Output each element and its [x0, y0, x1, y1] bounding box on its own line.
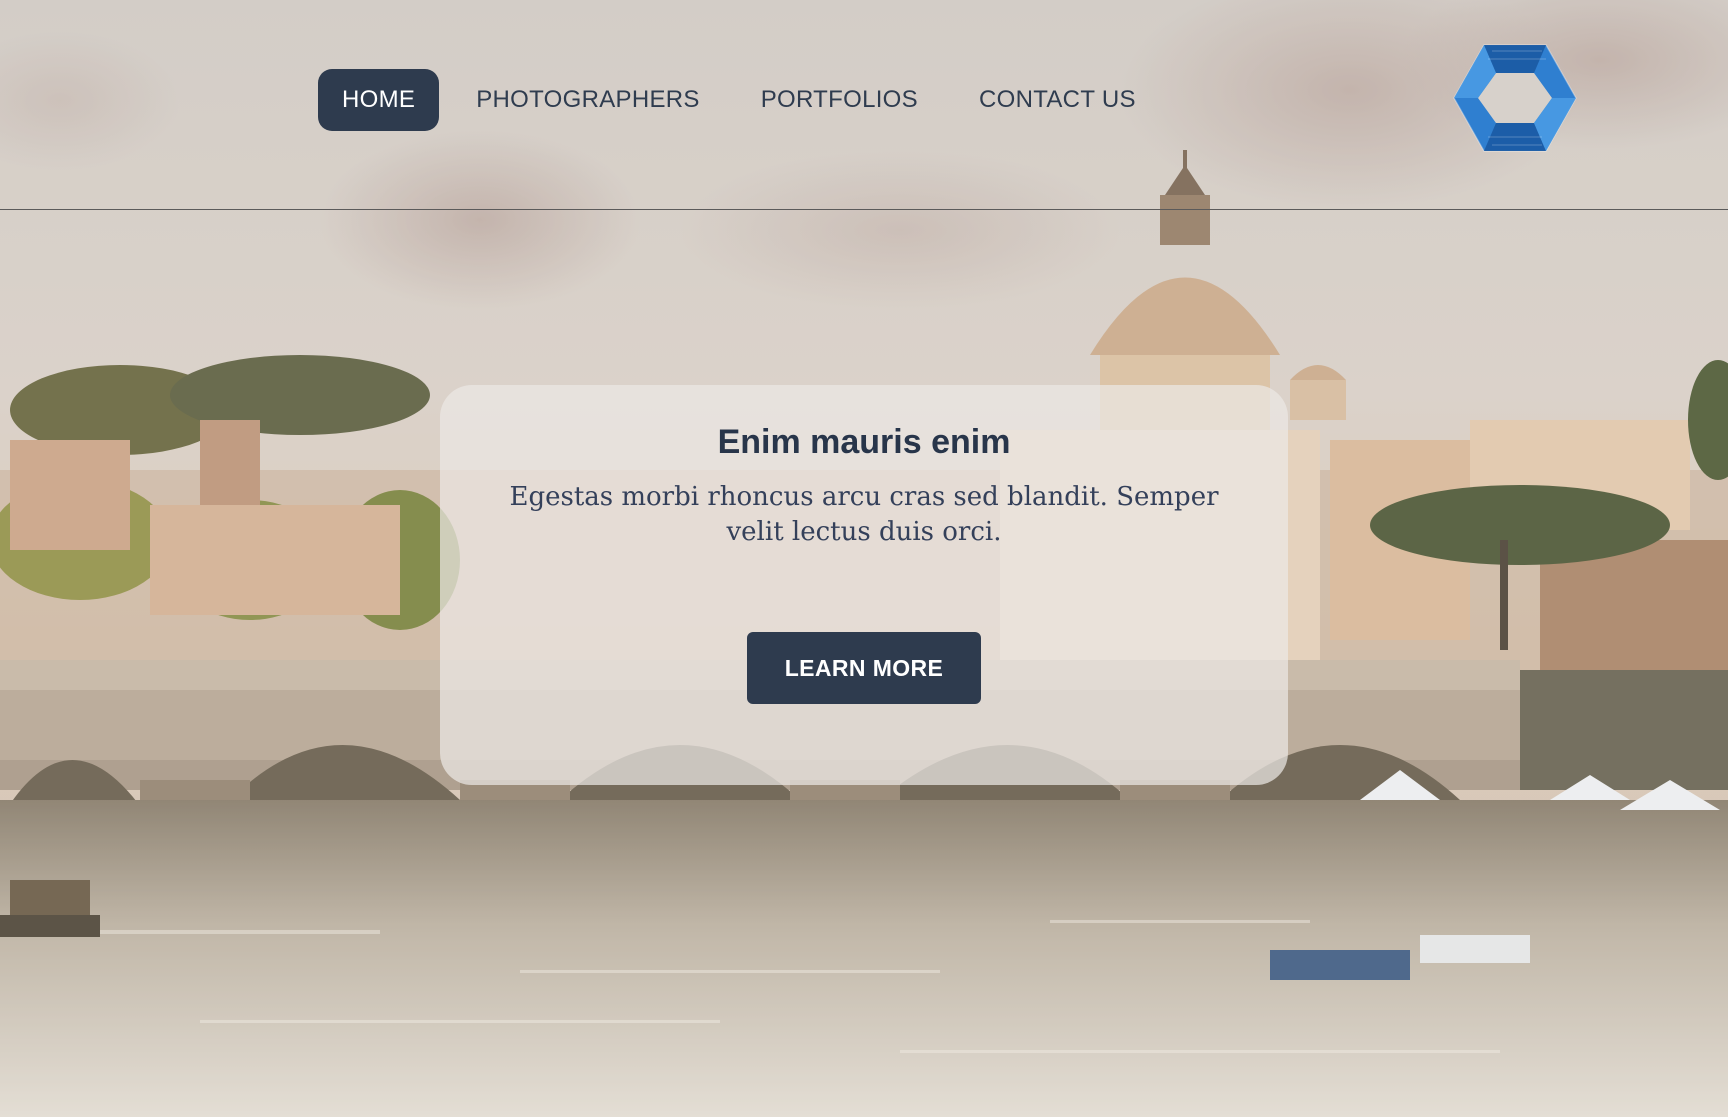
main-nav: HOME PHOTOGRAPHERS PORTFOLIOS CONTACT US	[318, 69, 1173, 131]
learn-more-button[interactable]: LEARN MORE	[747, 632, 981, 704]
hero-title: Enim mauris enim	[717, 423, 1011, 461]
hero-text: Egestas morbi rhoncus arcu cras sed blan…	[509, 482, 1219, 547]
nav-portfolios-link[interactable]: PORTFOLIOS	[737, 69, 942, 131]
hero-card: Enim mauris enim Egestas morbi rhoncus a…	[440, 385, 1288, 785]
page: HOME PHOTOGRAPHERS PORTFOLIOS CONTACT US	[0, 0, 1728, 1117]
nav-contact-us-link[interactable]: CONTACT US	[955, 69, 1160, 131]
hexagon-swirl-logo-icon[interactable]	[1452, 43, 1578, 153]
site-header: HOME PHOTOGRAPHERS PORTFOLIOS CONTACT US	[0, 0, 1728, 210]
nav-home-link[interactable]: HOME	[318, 69, 440, 131]
nav-photographers-link[interactable]: PHOTOGRAPHERS	[452, 69, 724, 131]
